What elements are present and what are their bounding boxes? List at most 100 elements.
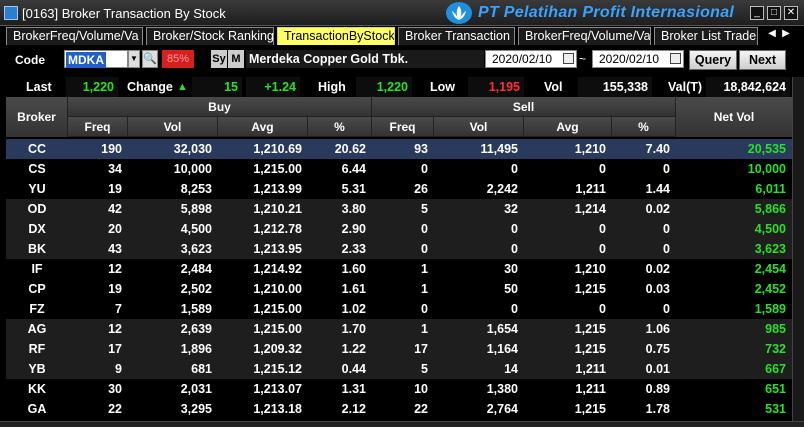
code-input[interactable]: MDKA <box>64 50 128 68</box>
low-value: 1,195 <box>468 77 524 97</box>
table-row[interactable]: CS 34 10,000 1,215.00 6.44 0 0 0 0 10,000 <box>6 159 792 179</box>
sell-avg-header[interactable]: Avg <box>524 117 612 137</box>
broker-code-cell: GA <box>27 402 47 416</box>
sell-pct-cell: 7.40 <box>645 142 670 156</box>
sell-pct-cell: 0.02 <box>645 202 670 216</box>
table-row[interactable]: YU 19 8,253 1,213.99 5.31 26 2,242 1,211 1.44 6,0… <box>6 179 792 199</box>
buy-header: Buy <box>68 97 372 117</box>
net-vol-header[interactable]: Net Vol <box>676 97 792 137</box>
vertical-scrollbar[interactable] <box>792 77 804 422</box>
buy-vol-cell: 1,896 <box>180 342 212 356</box>
close-icon[interactable]: ✕ <box>784 6 798 20</box>
sell-vol-cell: 32 <box>504 202 518 216</box>
next-button[interactable]: Next <box>739 50 786 70</box>
tab-bar: BrokerFreq/Volume/Va Broker/Stock Rankin… <box>6 27 798 45</box>
buy-vol-header[interactable]: Vol <box>128 117 218 137</box>
table-row[interactable]: DX 20 4,500 1,212.78 2.90 0 0 0 0 4,500 <box>6 219 792 239</box>
buy-pct-cell: 3.80 <box>341 202 366 216</box>
up-arrow-icon: ▲ <box>177 81 188 93</box>
table-row[interactable]: YB 9 681 1,215.12 0.44 5 14 1,211 0.01 667 <box>6 359 792 379</box>
sell-avg-cell: 1,215 <box>574 322 606 336</box>
low-label: Low <box>430 80 455 94</box>
tab-broker-freq-volume-1[interactable]: BrokerFreq/Volume/Va <box>6 27 143 45</box>
sell-pct-header[interactable]: % <box>612 117 676 137</box>
query-bar: Code MDKA ▼ 🔍 85% Sy M Merdeka Copper Go… <box>6 49 798 71</box>
calendar-icon[interactable] <box>563 53 574 64</box>
table-row[interactable]: CC 190 32,030 1,210.69 20.62 93 11,495 1,210 7.4… <box>6 139 792 159</box>
tab-broker-freq-volume-2[interactable]: BrokerFreq/Volume/Va <box>518 27 651 45</box>
broker-code-cell: CC <box>27 142 47 156</box>
table-row[interactable]: GA 22 3,295 1,213.18 2.12 22 2,764 1,215 1.78 531 <box>6 399 792 419</box>
sell-avg-cell: 1,215 <box>574 402 606 416</box>
app-icon <box>4 6 18 20</box>
net-vol-cell: 1,589 <box>754 302 786 316</box>
buy-freq-cell: 9 <box>115 362 122 376</box>
calendar-icon[interactable] <box>670 53 681 64</box>
buy-freq-header[interactable]: Freq <box>68 117 128 137</box>
table-row[interactable]: IF 12 2,484 1,214.92 1.60 1 30 1,210 0.02 2,454 <box>6 259 792 279</box>
buy-avg-cell: 1,215.00 <box>253 162 302 176</box>
buy-vol-cell: 1,589 <box>180 302 212 316</box>
broker-code-cell: OD <box>27 202 47 216</box>
sell-freq-cell: 1 <box>421 262 428 276</box>
table-row[interactable]: BK 43 3,623 1,213.95 2.33 0 0 0 0 3,623 <box>6 239 792 259</box>
query-button[interactable]: Query <box>689 50 737 70</box>
buy-avg-cell: 1,214.92 <box>253 262 302 276</box>
table-row[interactable]: CP 19 2,502 1,210.00 1.61 1 50 1,215 0.03 2,452 <box>6 279 792 299</box>
table-row[interactable]: KK 30 2,031 1,213.07 1.31 10 1,380 1,211 0.89 651 <box>6 379 792 399</box>
tab-broker-transaction[interactable]: Broker Transaction <box>398 27 515 45</box>
sell-vol-cell: 0 <box>511 162 518 176</box>
buy-avg-cell: 1,212.78 <box>253 222 302 236</box>
buy-avg-cell: 1,213.95 <box>253 242 302 256</box>
sy-button[interactable]: Sy <box>211 50 227 68</box>
buy-avg-header[interactable]: Avg <box>218 117 308 137</box>
percent-badge: 85% <box>162 50 194 68</box>
m-button[interactable]: M <box>228 50 244 68</box>
date-from-field[interactable]: 2020/02/10 <box>485 50 577 68</box>
buy-vol-cell: 681 <box>191 362 212 376</box>
net-vol-cell: 6,011 <box>755 182 786 196</box>
buy-pct-cell: 20.62 <box>334 142 366 156</box>
buy-vol-cell: 2,484 <box>180 262 212 276</box>
sell-pct-cell: 0.75 <box>645 342 670 356</box>
sell-vol-cell: 30 <box>504 262 518 276</box>
sell-vol-header[interactable]: Vol <box>434 117 524 137</box>
search-icon[interactable]: 🔍 <box>142 50 158 68</box>
broker-code-cell: DX <box>28 222 46 236</box>
buy-pct-header[interactable]: % <box>308 117 372 137</box>
table-row[interactable]: FZ 7 1,589 1,215.00 1.02 0 0 0 0 1,589 <box>6 299 792 319</box>
buy-freq-cell: 34 <box>108 162 122 176</box>
buy-vol-cell: 4,500 <box>180 222 212 236</box>
buy-pct-cell: 1.31 <box>341 382 366 396</box>
tab-scroll-left-icon[interactable]: ◀ <box>766 28 778 42</box>
chevron-down-icon[interactable]: ▼ <box>128 50 140 68</box>
date-to-field[interactable]: 2020/02/10 <box>592 50 684 68</box>
sell-freq-header[interactable]: Freq <box>372 117 434 137</box>
net-vol-cell: 10,000 <box>747 162 786 176</box>
sell-pct-cell: 0 <box>663 302 670 316</box>
sell-pct-cell: 0.03 <box>645 282 670 296</box>
table-row[interactable]: OD 42 5,898 1,210.21 3.80 5 32 1,214 0.02 5,866 <box>6 199 792 219</box>
buy-avg-cell: 1,213.07 <box>253 382 302 396</box>
minimize-icon[interactable]: _ <box>750 6 764 20</box>
sell-vol-cell: 0 <box>511 242 518 256</box>
sell-pct-cell: 0.89 <box>645 382 670 396</box>
sell-freq-cell: 0 <box>421 302 428 316</box>
table-row[interactable]: AG 12 2,639 1,215.00 1.70 1 1,654 1,215 1.06 985 <box>6 319 792 339</box>
sell-freq-cell: 5 <box>421 362 428 376</box>
last-value: 1,220 <box>66 77 118 97</box>
tab-broker-stock-ranking[interactable]: Broker/Stock Ranking <box>146 27 274 45</box>
tab-broker-list-trade[interactable]: Broker List Trade <box>654 27 758 45</box>
net-vol-cell: 2,454 <box>754 262 786 276</box>
column-header-row: Freq Vol Avg % Freq Vol Avg % <box>6 117 792 137</box>
sell-pct-cell: 0 <box>663 242 670 256</box>
tab-scroll-right-icon[interactable]: ▶ <box>780 28 792 42</box>
buy-pct-cell: 2.12 <box>341 402 366 416</box>
buy-pct-cell: 1.02 <box>341 302 366 316</box>
table-row[interactable]: RF 17 1,896 1,209.32 1.22 17 1,164 1,215 0.75 732 <box>6 339 792 359</box>
tab-transaction-by-stock[interactable]: TransactionByStock <box>277 27 395 45</box>
buy-vol-cell: 8,253 <box>180 182 212 196</box>
sell-avg-cell: 1,214 <box>574 202 606 216</box>
maximize-icon[interactable]: □ <box>767 6 781 20</box>
date-from-value: 2020/02/10 <box>492 52 553 66</box>
